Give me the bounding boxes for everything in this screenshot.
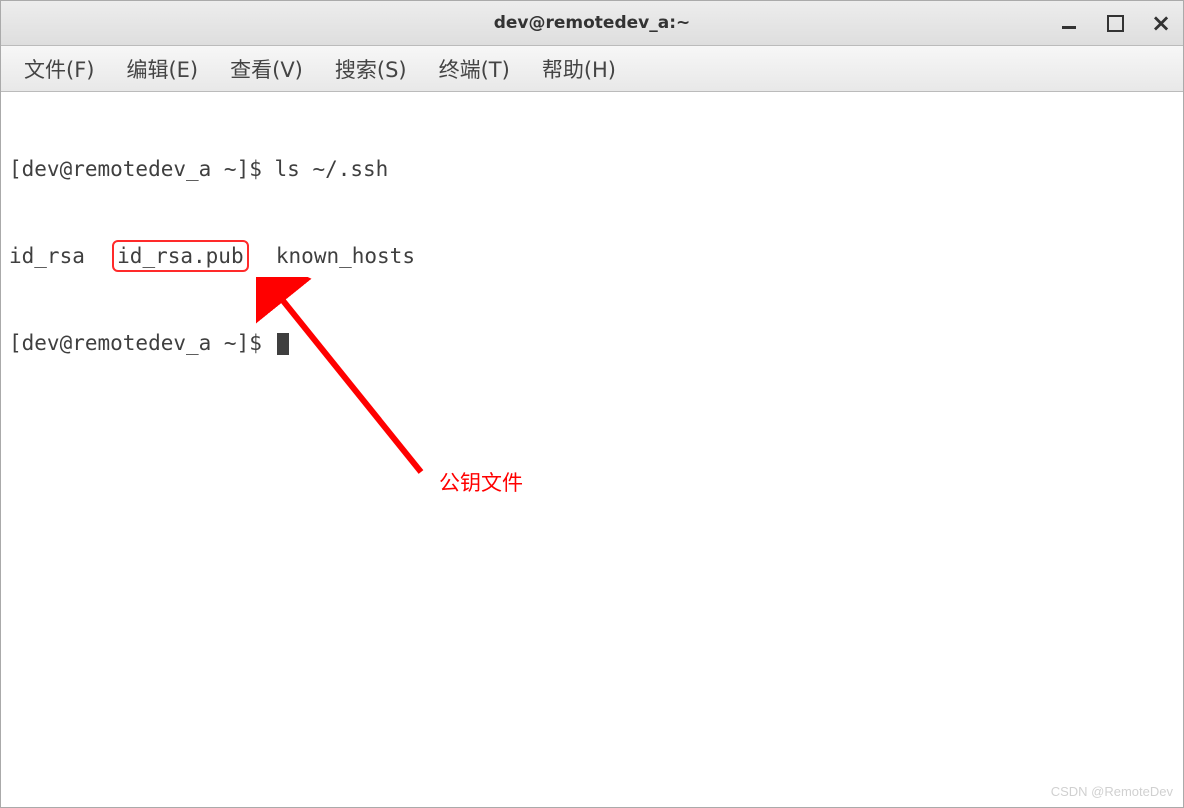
file-id-rsa: id_rsa	[9, 244, 85, 268]
cursor-block	[277, 333, 289, 355]
file-id-rsa-pub: id_rsa.pub	[117, 244, 243, 268]
close-icon: ×	[1151, 11, 1171, 35]
terminal-line-1: [dev@remotedev_a ~]$ ls ~/.ssh	[9, 155, 1175, 183]
terminal-line-2: id_rsa id_rsa.pub known_hosts	[9, 240, 1175, 272]
watermark: CSDN @RemoteDev	[1051, 783, 1173, 801]
terminal-content[interactable]: [dev@remotedev_a ~]$ ls ~/.ssh id_rsa id…	[1, 92, 1183, 807]
prompt: [dev@remotedev_a ~]$	[9, 331, 275, 355]
menu-help[interactable]: 帮助(H)	[527, 48, 631, 90]
menubar: 文件(F) 编辑(E) 查看(V) 搜索(S) 终端(T) 帮助(H)	[1, 46, 1183, 92]
menu-search[interactable]: 搜索(S)	[320, 48, 422, 90]
file-known-hosts: known_hosts	[276, 244, 415, 268]
terminal-line-3: [dev@remotedev_a ~]$	[9, 329, 1175, 357]
menu-file[interactable]: 文件(F)	[9, 48, 109, 90]
command-text: ls ~/.ssh	[275, 157, 389, 181]
titlebar[interactable]: dev@remotedev_a:~ ×	[1, 1, 1183, 46]
terminal-window: dev@remotedev_a:~ × 文件(F) 编辑(E) 查看(V) 搜索…	[0, 0, 1184, 808]
maximize-button[interactable]	[1103, 11, 1127, 35]
window-title: dev@remotedev_a:~	[494, 13, 691, 33]
window-controls: ×	[1057, 11, 1173, 35]
annotation-arrow	[256, 277, 456, 487]
menu-terminal[interactable]: 终端(T)	[424, 48, 525, 90]
annotation-label: 公钥文件	[439, 470, 523, 498]
maximize-icon	[1107, 15, 1124, 32]
menu-view[interactable]: 查看(V)	[215, 48, 318, 90]
minimize-button[interactable]	[1057, 11, 1081, 35]
close-button[interactable]: ×	[1149, 11, 1173, 35]
menu-edit[interactable]: 编辑(E)	[111, 48, 213, 90]
highlight-pubkey: id_rsa.pub	[112, 240, 248, 272]
minimize-icon	[1062, 18, 1076, 29]
prompt: [dev@remotedev_a ~]$	[9, 157, 275, 181]
